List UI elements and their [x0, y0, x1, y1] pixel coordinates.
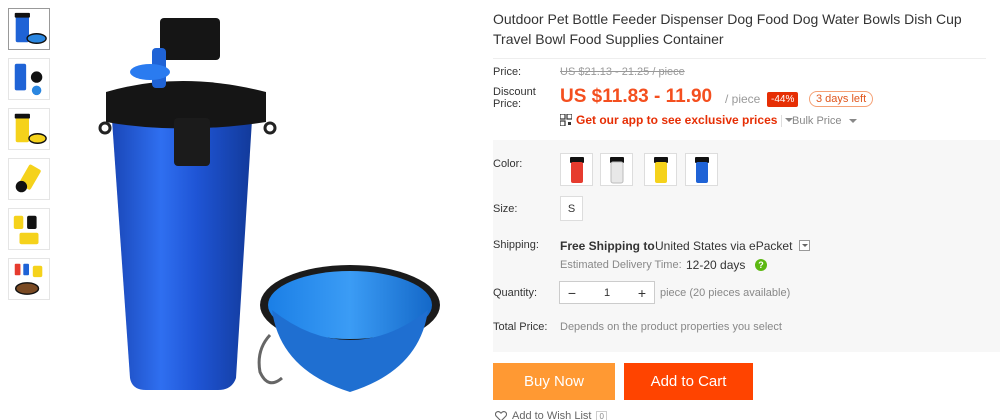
- quantity-input[interactable]: 1: [584, 287, 630, 299]
- color-option-blue[interactable]: [685, 153, 718, 186]
- time-left-badge: 3 days left: [809, 91, 874, 107]
- shipping-destination: United States via ePacket: [655, 239, 793, 253]
- thumbnail-1[interactable]: [8, 8, 50, 50]
- yellow-bottle-parts-thumb-icon: [15, 164, 41, 193]
- thumbnail-list: [8, 8, 52, 308]
- main-product-image[interactable]: [60, 0, 480, 420]
- pet-bottle-image-icon: [98, 18, 440, 392]
- color-option-red[interactable]: [560, 153, 593, 186]
- bulk-price-text: Bulk Price: [792, 115, 842, 127]
- qr-code-icon: [560, 114, 572, 126]
- price-unit: / piece: [725, 92, 761, 106]
- quantity-decrease-button[interactable]: −: [560, 282, 584, 303]
- color-label: Color:: [493, 158, 523, 170]
- discount-price: US $11.83 - 11.90: [560, 86, 713, 107]
- quantity-stepper: − 1 +: [559, 281, 655, 304]
- white-bottle-icon: [609, 156, 624, 183]
- buy-now-button[interactable]: Buy Now: [493, 363, 615, 400]
- delivery-time-value: 12-20 days: [686, 258, 746, 272]
- thumbnail-2[interactable]: [8, 58, 50, 100]
- color-option-white[interactable]: [600, 153, 633, 186]
- red-bottle-icon: [569, 156, 584, 183]
- heart-icon: [495, 410, 507, 420]
- yellow-bottle-thumb-icon: [14, 113, 47, 144]
- shipping-dropdown[interactable]: [799, 240, 810, 251]
- app-promo-text: Get our app to see exclusive prices: [576, 113, 778, 127]
- thumbnail-6[interactable]: [8, 258, 50, 300]
- delivery-time-label: Estimated Delivery Time:: [560, 259, 682, 271]
- product-title: Outdoor Pet Bottle Feeder Dispenser Dog …: [493, 11, 962, 47]
- title-divider: [493, 58, 986, 59]
- size-option-s[interactable]: S: [560, 196, 583, 221]
- quantity-available: piece (20 pieces available): [660, 287, 791, 299]
- add-to-wishlist-link[interactable]: Add to Wish List 0: [495, 410, 607, 420]
- bottle-parts-thumb-icon: [14, 63, 43, 96]
- chevron-down-icon: [801, 244, 808, 247]
- wishlist-count: 0: [596, 410, 607, 420]
- bottle-bowl-thumb-icon: [14, 12, 47, 44]
- add-to-cart-button[interactable]: Add to Cart: [624, 363, 753, 400]
- discount-badge: -44%: [767, 92, 799, 107]
- blue-bottle-icon: [694, 156, 709, 183]
- free-shipping-text: Free Shipping to: [560, 239, 655, 253]
- food-bowl-thumb-icon: [14, 263, 43, 295]
- yellow-bottle-icon: [653, 156, 668, 183]
- bulk-price-dropdown[interactable]: Bulk Price: [781, 115, 857, 127]
- size-label: Size:: [493, 203, 518, 215]
- yellow-bottle-set-thumb-icon: [13, 215, 39, 245]
- product-info: Outdoor Pet Bottle Feeder Dispenser Dog …: [493, 0, 1000, 420]
- thumbnail-4[interactable]: [8, 158, 50, 200]
- discount-price-label: Discount Price:: [493, 86, 536, 110]
- chevron-down-icon: [848, 119, 857, 124]
- quantity-increase-button[interactable]: +: [630, 282, 654, 303]
- price-label: Price:: [493, 66, 522, 78]
- shipping-label: Shipping:: [493, 239, 539, 251]
- thumbnail-5[interactable]: [8, 208, 50, 250]
- thumbnail-3[interactable]: [8, 108, 50, 150]
- app-promo-link[interactable]: Get our app to see exclusive prices: [560, 113, 794, 127]
- color-option-yellow[interactable]: [644, 153, 677, 186]
- quantity-label: Quantity:: [493, 287, 538, 299]
- wishlist-text: Add to Wish List: [512, 410, 592, 420]
- help-icon[interactable]: ?: [755, 259, 767, 271]
- original-price: US $21.13 - 21.25 / piece: [560, 66, 685, 78]
- total-price-label: Total Price:: [493, 321, 548, 333]
- total-price-text: Depends on the product properties you se…: [560, 321, 782, 333]
